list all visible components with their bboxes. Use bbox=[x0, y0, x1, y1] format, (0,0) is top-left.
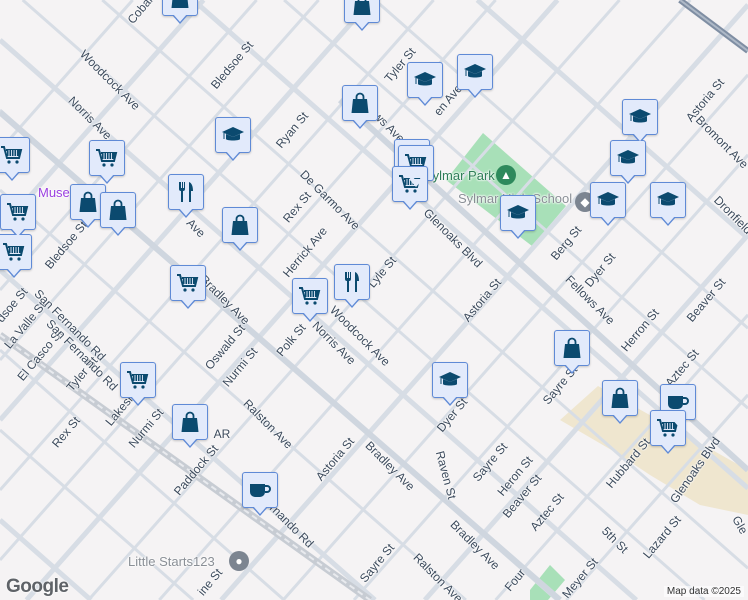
shopping-cart-marker[interactable] bbox=[0, 194, 36, 238]
road bbox=[0, 0, 435, 491]
shopping-cart-marker[interactable] bbox=[292, 278, 328, 322]
road bbox=[0, 0, 320, 361]
shopping-bag-marker[interactable] bbox=[222, 207, 258, 251]
graduation-cap-marker[interactable] bbox=[610, 140, 646, 184]
graduation-cap-icon bbox=[657, 192, 679, 206]
shopping-cart-marker[interactable] bbox=[89, 140, 125, 184]
graduation-cap-marker[interactable] bbox=[590, 182, 626, 226]
shopping-bag-marker[interactable] bbox=[162, 0, 198, 24]
shopping-bag-icon bbox=[181, 411, 199, 432]
shopping-bag-marker[interactable] bbox=[602, 380, 638, 424]
shopping-cart-icon bbox=[127, 371, 149, 389]
graduation-cap-icon bbox=[414, 72, 436, 86]
road bbox=[282, 73, 748, 600]
shopping-bag-icon bbox=[109, 199, 127, 220]
coffee-marker[interactable] bbox=[242, 472, 278, 516]
graduation-cap-marker[interactable] bbox=[622, 99, 658, 143]
shopping-bag-marker[interactable] bbox=[344, 0, 380, 31]
restaurant-marker[interactable] bbox=[168, 174, 204, 218]
shopping-cart-icon bbox=[7, 203, 29, 221]
graduation-cap-icon bbox=[464, 64, 486, 78]
coffee-icon bbox=[250, 484, 271, 497]
shopping-bag-icon bbox=[231, 214, 249, 235]
google-logo: Google bbox=[6, 576, 69, 597]
graduation-cap-icon bbox=[629, 109, 651, 123]
graduation-cap-marker[interactable] bbox=[407, 62, 443, 106]
restaurant-icon bbox=[345, 272, 359, 292]
restaurant-marker[interactable] bbox=[334, 264, 370, 308]
shopping-bag-icon bbox=[351, 92, 369, 113]
shopping-cart-icon bbox=[1, 146, 23, 164]
shopping-cart-marker[interactable] bbox=[120, 362, 156, 406]
shopping-cart-icon bbox=[177, 274, 199, 292]
road bbox=[422, 233, 748, 600]
graduation-cap-icon bbox=[597, 192, 619, 206]
shopping-bag-marker[interactable] bbox=[100, 192, 136, 236]
restaurant-icon bbox=[179, 182, 193, 202]
place-pin-icon[interactable]: ● bbox=[229, 551, 249, 571]
graduation-cap-icon bbox=[507, 205, 529, 219]
map-canvas[interactable]: Cobal Tyler St Bledsoe St Woodcock Ave Norri… bbox=[0, 0, 748, 600]
graduation-cap-marker[interactable] bbox=[457, 54, 493, 98]
graduation-cap-marker[interactable] bbox=[500, 195, 536, 239]
graduation-cap-marker[interactable] bbox=[432, 362, 468, 406]
shopping-bag-icon bbox=[611, 387, 629, 408]
graduation-cap-marker[interactable] bbox=[215, 117, 251, 161]
shopping-cart-marker[interactable] bbox=[0, 234, 32, 278]
shopping-bag-icon bbox=[563, 337, 581, 358]
park-pin-icon[interactable]: ▲ bbox=[496, 165, 516, 185]
shopping-bag-marker[interactable] bbox=[172, 404, 208, 448]
shopping-bag-icon bbox=[353, 0, 371, 15]
shopping-bag-icon bbox=[79, 191, 97, 212]
shopping-bag-marker[interactable] bbox=[342, 85, 378, 129]
graduation-cap-marker[interactable] bbox=[650, 182, 686, 226]
graduation-cap-icon bbox=[439, 372, 461, 386]
shopping-cart-marker[interactable] bbox=[650, 410, 686, 454]
graduation-cap-icon bbox=[617, 150, 639, 164]
shopping-cart-icon bbox=[96, 149, 118, 167]
shopping-bag-icon bbox=[171, 0, 189, 8]
shopping-cart-marker[interactable] bbox=[0, 137, 30, 181]
shopping-cart-icon bbox=[3, 243, 25, 261]
shopping-cart-marker[interactable] bbox=[170, 265, 206, 309]
shopping-bag-marker[interactable] bbox=[554, 330, 590, 374]
shopping-cart-icon bbox=[299, 287, 321, 305]
graduation-cap-icon bbox=[222, 127, 244, 141]
map-attribution[interactable]: Map data ©2025 bbox=[663, 586, 744, 597]
